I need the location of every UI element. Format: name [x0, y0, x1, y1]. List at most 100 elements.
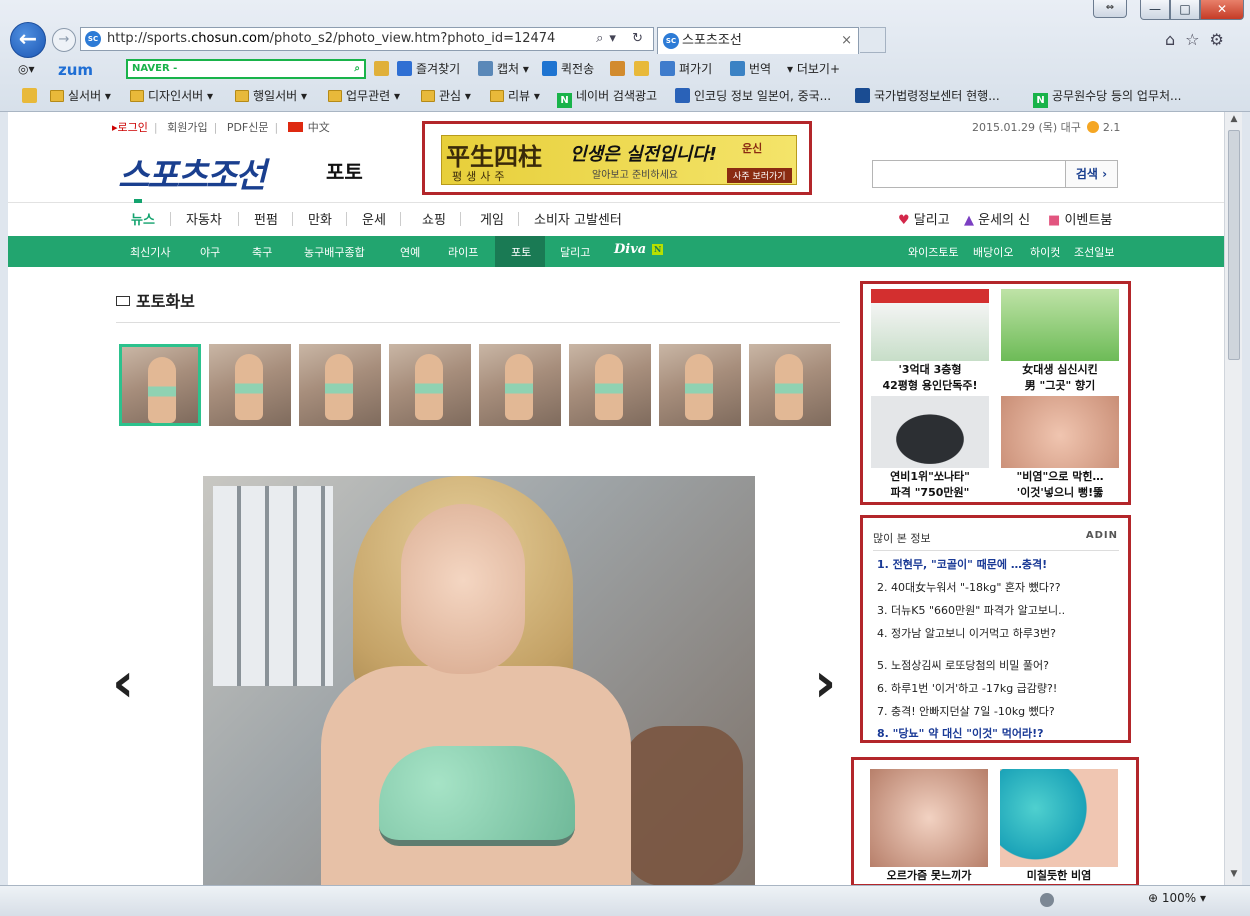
toolbar-quicksend[interactable]: 퀵전송	[542, 58, 594, 80]
next-photo-button[interactable]: ›	[814, 656, 836, 710]
fav-folder-4[interactable]: 업무관련 ▾	[328, 85, 400, 107]
forward-button[interactable]: →	[52, 28, 76, 52]
address-controls[interactable]: ⌕▾ ↻	[596, 28, 649, 50]
gallery-thumb[interactable]	[749, 344, 831, 426]
toolbar-tool-icon[interactable]	[374, 58, 393, 80]
ad-item[interactable]: '3억대 3층형 42평형 용인단독주!	[871, 289, 989, 393]
site-search-input[interactable]	[873, 161, 1065, 187]
ad-list-item[interactable]: 4. 정가남 알고보니 이거먹고 하루3번?	[877, 625, 1056, 641]
tab-close-icon[interactable]: ×	[841, 28, 852, 53]
fav-folder-2[interactable]: 디자인서버 ▾	[130, 85, 213, 107]
gallery-thumb[interactable]	[569, 344, 651, 426]
login-link[interactable]: ▸로그인	[112, 121, 148, 134]
subnav-life[interactable]: 라이프	[448, 244, 478, 260]
subnav-entertainment[interactable]: 연예	[400, 244, 420, 260]
gallery-thumb[interactable]	[209, 344, 291, 426]
back-button[interactable]: ←	[10, 22, 46, 58]
nav-funfun[interactable]: 펀펌	[254, 209, 278, 228]
ad-list-item[interactable]: 1. 전현무, "코골이" 때문에 …충격!	[877, 556, 1047, 572]
search-icon[interactable]: ⌕	[354, 61, 360, 77]
pdf-link[interactable]: PDF신문	[227, 121, 269, 134]
address-bar[interactable]: SC http://sports.chosun.com/photo_s2/pho…	[80, 27, 654, 51]
subnav-highcut[interactable]: 하이컷	[1030, 244, 1060, 260]
nav-comics[interactable]: 만화	[308, 209, 332, 228]
scroll-up-icon[interactable]: ▲	[1227, 114, 1241, 128]
nav-running[interactable]: ♥ 달리고	[898, 209, 950, 228]
chinese-link[interactable]: 中文	[308, 121, 330, 134]
ad-list-item[interactable]: 6. 하루1번 '이거'하고 -17kg 급감량?!	[877, 680, 1057, 696]
signup-link[interactable]: 회원가입	[167, 121, 207, 134]
section-logo[interactable]: 포토	[326, 156, 363, 185]
subnav-baedal[interactable]: 배당이오	[973, 244, 1013, 260]
top-banner-ad[interactable]: 平生四柱 평생사주 인생은 실전입니다! 운신 알아보고 준비하세요 사주 보러…	[422, 121, 812, 195]
gallery-thumb[interactable]	[389, 344, 471, 426]
toolbar-broom-icon[interactable]	[610, 58, 629, 80]
nav-fortune[interactable]: 운세	[362, 209, 386, 228]
ad-item[interactable]: 연비1위"쏘나타" 파격 "750만원"	[871, 396, 989, 500]
new-tab-button[interactable]	[860, 27, 886, 53]
scroll-down-icon[interactable]: ▼	[1227, 869, 1241, 883]
nav-fortune-god[interactable]: ▲ 운세의 신	[964, 209, 1030, 228]
window-maximize-button[interactable]: □	[1170, 0, 1200, 20]
search-button[interactable]: 검색 ›	[1065, 161, 1117, 187]
scroll-thumb[interactable]	[1228, 130, 1240, 360]
ad-item[interactable]: 오르가즘 못느끼가	[870, 769, 988, 883]
ad-list-item[interactable]: 2. 40대女누워서 "-18kg" 혼자 뺐다??	[877, 579, 1061, 595]
home-favorites-settings-icons[interactable]: ⌂☆⚙	[1165, 30, 1234, 49]
window-close-button[interactable]: ✕	[1200, 0, 1244, 20]
toolbar-favorites[interactable]: 즐겨찾기	[397, 58, 460, 80]
gallery-thumb[interactable]	[479, 344, 561, 426]
ad-item[interactable]: 미칠듯한 비염	[1000, 769, 1118, 883]
search-provider-icon[interactable]: ◎▾	[18, 58, 35, 80]
site-logo[interactable]: 스포츠조선	[118, 148, 266, 197]
nav-news[interactable]: 뉴스	[131, 209, 155, 228]
fav-folder-3[interactable]: 행일서버 ▾	[235, 85, 307, 107]
fav-folder-5[interactable]: 관심 ▾	[421, 85, 471, 107]
toolbar-note-icon[interactable]	[634, 58, 653, 80]
gallery-thumb[interactable]	[119, 344, 201, 426]
fav-link-civil[interactable]: N 공무원수당 등의 업무처...	[1033, 85, 1181, 108]
banner-button[interactable]: 사주 보러가기	[727, 168, 792, 183]
zum-logo[interactable]: zum	[58, 59, 93, 81]
subnav-latest[interactable]: 최신기사	[130, 244, 170, 260]
subnav-running[interactable]: 달리고	[560, 244, 590, 260]
subnav-diva[interactable]: Diva N	[614, 242, 664, 257]
subnav-soccer[interactable]: 축구	[252, 244, 272, 260]
ad-item[interactable]: "비염"으로 막힌… '이것'넣으니 뻥!뚫	[1001, 396, 1119, 500]
ad-list-item[interactable]: 5. 노점상김씨 로또당첨의 비밀 풀어?	[877, 657, 1049, 673]
adin-logo[interactable]: ADIN	[1086, 530, 1118, 541]
subnav-photo[interactable]: 포토	[511, 244, 531, 260]
subnav-wisetoto[interactable]: 와이즈토토	[908, 244, 959, 260]
favorites-star-icon[interactable]	[22, 85, 41, 107]
subnav-chosun[interactable]: 조선일보	[1074, 244, 1114, 260]
gallery-thumb[interactable]	[659, 344, 741, 426]
nav-consumer-center[interactable]: 소비자 고발센터	[534, 209, 622, 228]
toolbar-reader[interactable]: 펴가기	[660, 58, 712, 80]
window-minimize-button[interactable]: —	[1140, 0, 1170, 20]
vertical-scrollbar[interactable]: ▲ ▼	[1224, 112, 1242, 885]
nav-car[interactable]: 자동차	[186, 209, 222, 228]
toolbar-capture[interactable]: 캡처 ▾	[478, 58, 529, 80]
nav-shopping[interactable]: 쇼핑	[422, 209, 446, 228]
fav-link-naver-ads[interactable]: N 네이버 검색광고	[557, 85, 657, 108]
subnav-basketball[interactable]: 농구배구종합	[304, 244, 365, 260]
fav-folder-6[interactable]: 리뷰 ▾	[490, 85, 540, 107]
ad-item[interactable]: 女대생 심신시킨 男 "그곳" 향기	[1001, 289, 1119, 393]
naver-search-input[interactable]: NAVER - ⌕	[126, 59, 366, 79]
privacy-icon[interactable]	[1040, 893, 1054, 907]
subnav-baseball[interactable]: 야구	[200, 244, 220, 260]
fav-link-encoding[interactable]: 인코딩 정보 일본어, 중국...	[675, 85, 831, 107]
fav-folder-1[interactable]: 실서버 ▾	[50, 85, 111, 107]
zoom-level[interactable]: ⊕ 100% ▾	[1148, 891, 1206, 905]
nav-event[interactable]: ■ 이벤트붐	[1048, 209, 1112, 228]
toolbar-translate[interactable]: 번역	[730, 58, 771, 80]
ad-list-item[interactable]: 3. 더뉴K5 "660만원" 파격가 알고보니..	[877, 602, 1065, 618]
toolbar-more[interactable]: ▾ 더보기+	[787, 58, 840, 80]
window-restore-icon[interactable]: ⇔	[1093, 0, 1127, 18]
previous-photo-button[interactable]: ‹	[112, 656, 134, 710]
nav-game[interactable]: 게임	[480, 209, 504, 228]
ad-list-item[interactable]: 8. "당뇨" 약 대신 "이것" 먹어라!?	[877, 725, 1044, 741]
fav-link-law[interactable]: 국가법령정보센터 현행...	[855, 85, 1000, 107]
ad-list-item[interactable]: 7. 충격! 안빠지던살 7일 -10kg 뺐다?	[877, 703, 1055, 719]
gallery-thumb[interactable]	[299, 344, 381, 426]
